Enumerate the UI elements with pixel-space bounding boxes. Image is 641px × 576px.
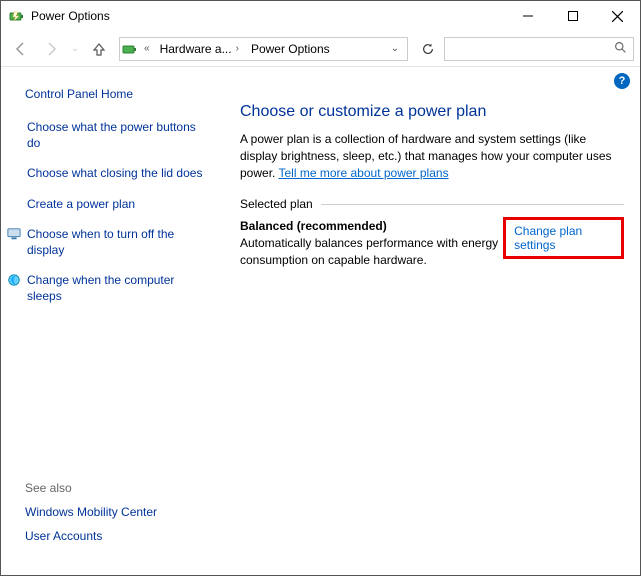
- see-also-label: See also: [25, 481, 204, 495]
- maximize-button[interactable]: [550, 1, 595, 31]
- chevron-right-icon: ›: [236, 43, 239, 54]
- window-title: Power Options: [31, 9, 110, 23]
- blank-icon: [7, 166, 21, 180]
- right-pane: ? Choose or customize a power plan A pow…: [216, 67, 640, 575]
- page-heading: Choose or customize a power plan: [240, 103, 624, 121]
- divider: [321, 204, 624, 205]
- breadcrumb-current[interactable]: Power Options: [247, 42, 334, 56]
- left-pane: Control Panel Home Choose what the power…: [1, 67, 216, 575]
- task-power-buttons[interactable]: Choose what the power buttons do: [27, 119, 204, 151]
- task-turn-off-display[interactable]: Choose when to turn off the display: [27, 226, 204, 258]
- task-closing-lid[interactable]: Choose what closing the lid does: [27, 165, 202, 181]
- page-description: A power plan is a collection of hardware…: [240, 131, 624, 181]
- breadcrumb-root-chevron[interactable]: «: [142, 43, 152, 54]
- breadcrumb-current-label: Power Options: [251, 42, 330, 56]
- moon-icon: [7, 273, 21, 287]
- back-button[interactable]: [7, 35, 35, 63]
- change-plan-settings-link[interactable]: Change plan settings: [503, 217, 624, 259]
- address-dropdown[interactable]: ⌄: [385, 43, 405, 54]
- minimize-button[interactable]: [505, 1, 550, 31]
- content: Control Panel Home Choose what the power…: [1, 67, 640, 575]
- task-create-plan[interactable]: Create a power plan: [27, 196, 135, 212]
- blank-icon: [7, 120, 21, 134]
- control-panel-home-link[interactable]: Control Panel Home: [25, 87, 204, 101]
- up-button[interactable]: [85, 35, 113, 63]
- navbar: ⌄ « Hardware a... › Power Options ⌄: [1, 31, 640, 67]
- power-options-crumb-icon: [122, 41, 138, 57]
- selected-plan-label: Selected plan: [240, 197, 624, 211]
- link-mobility-center[interactable]: Windows Mobility Center: [25, 505, 204, 519]
- link-tell-me-more[interactable]: Tell me more about power plans: [278, 166, 448, 180]
- breadcrumb-parent[interactable]: Hardware a... ›: [156, 42, 243, 56]
- task-list: Choose what the power buttons do Choose …: [25, 119, 204, 305]
- refresh-button[interactable]: [414, 37, 442, 61]
- plan-name: Balanced (recommended): [240, 219, 503, 233]
- blank-icon: [7, 197, 21, 211]
- selected-plan-text: Selected plan: [240, 197, 313, 211]
- power-options-icon: [9, 8, 25, 24]
- search-icon: [614, 41, 627, 57]
- plan-description: Automatically balances performance with …: [240, 235, 503, 269]
- address-bar[interactable]: « Hardware a... › Power Options ⌄: [119, 37, 408, 61]
- help-icon[interactable]: ?: [614, 73, 630, 89]
- recent-dropdown[interactable]: ⌄: [67, 35, 83, 63]
- forward-button[interactable]: [37, 35, 65, 63]
- plan-row: Balanced (recommended) Automatically bal…: [240, 219, 624, 269]
- see-also-section: See also Windows Mobility Center User Ac…: [25, 481, 204, 563]
- breadcrumb-parent-label: Hardware a...: [160, 42, 232, 56]
- link-user-accounts[interactable]: User Accounts: [25, 529, 204, 543]
- monitor-icon: [7, 227, 21, 241]
- task-computer-sleeps[interactable]: Change when the computer sleeps: [27, 272, 204, 304]
- search-input[interactable]: [444, 37, 634, 61]
- close-button[interactable]: [595, 1, 640, 31]
- titlebar: Power Options: [1, 1, 640, 31]
